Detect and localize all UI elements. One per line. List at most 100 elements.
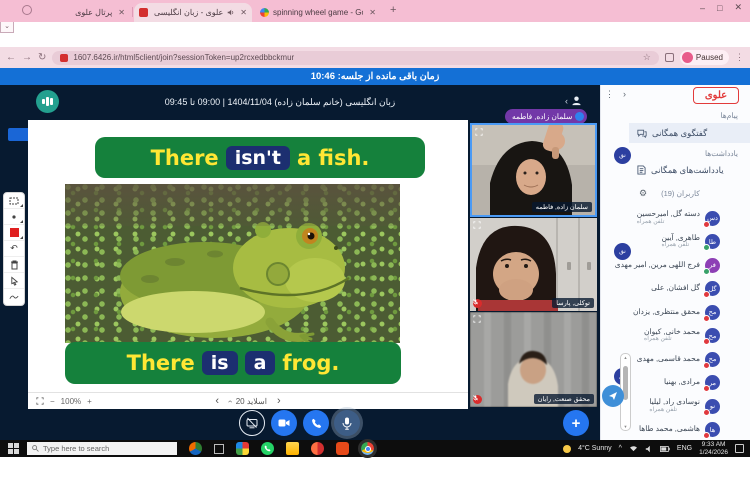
user-name: دسته گل, امیرحسین	[636, 209, 700, 219]
opera-icon[interactable]	[311, 442, 324, 455]
browser-tab-game[interactable]: spinning wheel game - Goog ✕	[255, 3, 381, 22]
sidebar-collapse-icon[interactable]: ›	[623, 89, 626, 100]
site-icon[interactable]	[60, 53, 69, 62]
screen: ⌄ پرتال علوی ✕ علوی - زبان انگلیسی اعلام…	[0, 0, 750, 480]
tab-close-icon[interactable]: ✕	[369, 8, 376, 17]
expand-icon[interactable]	[473, 221, 481, 229]
user-status-badge	[703, 408, 710, 416]
tab-close-icon[interactable]: ✕	[118, 8, 125, 17]
participants-toggle[interactable]: ‹	[565, 95, 582, 106]
shape-tool-button[interactable]	[4, 193, 24, 209]
multiuser-whiteboard-button[interactable]	[4, 273, 24, 289]
actions-plus-button[interactable]: +	[563, 410, 589, 436]
window-minimize-button[interactable]: –	[700, 3, 705, 13]
pan-tool-button[interactable]	[4, 289, 24, 305]
browser-menu-icon[interactable]: ⋮	[735, 53, 744, 62]
weather-text[interactable]: 4°C Sunny	[578, 445, 612, 452]
school-app-icon[interactable]	[189, 442, 202, 455]
webcam-button[interactable]	[271, 410, 297, 436]
language-indicator[interactable]: ENG	[677, 445, 692, 452]
user-list-item[interactable]: ها هاشمی, محمد طاها	[601, 419, 720, 441]
user-status-badge	[703, 244, 710, 251]
photos-app-icon[interactable]	[236, 442, 249, 455]
status-button[interactable]	[36, 90, 59, 113]
start-button[interactable]	[8, 443, 19, 454]
expand-icon[interactable]	[475, 128, 483, 136]
user-device-label: تلفن همراه	[649, 406, 678, 413]
browser-tab-portal[interactable]: پرتال علوی ✕	[62, 3, 130, 22]
user-status-badge	[703, 267, 710, 275]
tab-search-icon[interactable]	[22, 5, 32, 15]
tab-close-icon[interactable]: ✕	[240, 8, 247, 17]
color-tool-button[interactable]	[4, 225, 24, 241]
send-message-fab[interactable]	[602, 385, 624, 407]
new-tab-button[interactable]: +	[390, 4, 396, 16]
user-list-item[interactable]: مح محمد قاسمی, مهدی	[601, 348, 720, 370]
file-explorer-icon[interactable]	[286, 442, 299, 455]
user-list-item[interactable]: مح محقق منتظری, یزدان	[601, 301, 720, 323]
notes-icon	[637, 165, 646, 175]
thickness-tool-button[interactable]	[4, 209, 24, 225]
video-tile-teacher[interactable]: سلمان زاده, فاطمه	[470, 123, 597, 217]
chrome-icon[interactable]	[358, 439, 377, 458]
rubika-app-icon[interactable]	[336, 442, 349, 455]
window-close-button[interactable]: ✕	[734, 2, 742, 13]
bookmark-star-icon[interactable]: ☆	[643, 52, 651, 63]
notification-bubble[interactable]: نق	[614, 243, 631, 260]
user-list-item[interactable]: گل گل افشان, علی	[601, 278, 720, 300]
slide-select[interactable]: اسلاید 20 ›	[226, 397, 267, 406]
next-slide-button[interactable]: ›	[277, 395, 281, 407]
user-status-badge	[703, 314, 710, 322]
user-list-item[interactable]: دس دسته گل, امیرحسین تلفن همراه	[601, 207, 720, 229]
notification-bubble[interactable]: نق	[614, 147, 631, 164]
hidden-icons-chevron[interactable]: ^	[619, 445, 622, 452]
user-name: هاشمی, محمد طاها	[639, 424, 700, 434]
url-field[interactable]: 1607.6426.ir/html5client/join?sessionTok…	[52, 50, 659, 65]
search-icon	[32, 445, 39, 452]
sidebar-menu-dots-icon[interactable]: ⋮	[605, 89, 614, 100]
battery-icon[interactable]	[659, 445, 670, 452]
extension-icon[interactable]	[664, 53, 674, 62]
word: a fish.	[296, 145, 370, 170]
profile-chip[interactable]: Paused	[679, 50, 729, 65]
user-avatar: ها	[703, 422, 720, 439]
user-device-label: تلفن همراه	[644, 336, 672, 343]
microphone-button[interactable]	[334, 410, 360, 436]
expand-icon[interactable]	[473, 315, 481, 323]
video-tile-student-2[interactable]: محقق صنعت, رایان	[470, 312, 597, 407]
shared-notes-item[interactable]: یادداشت‌های همگانی	[629, 160, 750, 180]
reload-icon[interactable]: ↻	[38, 52, 46, 63]
chat-icon	[637, 129, 647, 138]
presentation-whiteboard[interactable]: There isn't a fish. There is a frog.	[28, 120, 468, 392]
task-view-icon[interactable]	[214, 443, 224, 454]
public-chat-item[interactable]: گفتگوی همگانی	[629, 123, 750, 143]
taskbar-clock[interactable]: 9:33 AM 1/24/2026	[699, 441, 728, 456]
tab-audio-icon[interactable]	[227, 9, 234, 16]
mic-dot-icon	[575, 112, 585, 121]
browser-tab-class-active[interactable]: علوی - زبان انگلیسی اعلام م ✕	[134, 3, 252, 22]
speaker-icon[interactable]	[645, 445, 653, 453]
gear-icon[interactable]: ⚙	[639, 188, 647, 199]
undo-button[interactable]: ↶	[4, 241, 24, 257]
phone-button[interactable]	[303, 410, 329, 436]
user-name: محمد قاسمی, مهدی	[636, 353, 700, 363]
prev-slide-button[interactable]: ‹	[215, 395, 219, 407]
video-tile-student-1[interactable]: توکلی, پارسا	[470, 218, 597, 311]
notification-center-icon[interactable]	[735, 444, 744, 453]
wifi-icon[interactable]	[629, 445, 638, 452]
forward-icon[interactable]: →	[22, 52, 32, 63]
mic-muted-icon	[473, 299, 482, 308]
game-favicon	[260, 8, 269, 17]
talking-indicator-badge[interactable]: سلمان زاده, فاطمه	[505, 109, 588, 124]
taskbar-search[interactable]: Type here to search	[27, 442, 177, 455]
user-avatar: مح	[703, 304, 720, 322]
back-icon[interactable]: ←	[6, 52, 16, 63]
whatsapp-icon[interactable]	[261, 442, 274, 455]
screenshare-button[interactable]	[239, 410, 265, 436]
screenshare-icon	[246, 417, 258, 429]
meeting-sidebar: ⋮ › علوی پیام‌ها گفتگوی همگانی یادداشت‌ه…	[600, 85, 750, 440]
window-maximize-button[interactable]: □	[717, 3, 722, 13]
clear-annotations-button[interactable]	[4, 257, 24, 273]
clock-date: 1/24/2026	[699, 448, 728, 456]
user-list-item[interactable]: مح محمد خانی, کیوان تلفن همراه	[601, 325, 720, 347]
